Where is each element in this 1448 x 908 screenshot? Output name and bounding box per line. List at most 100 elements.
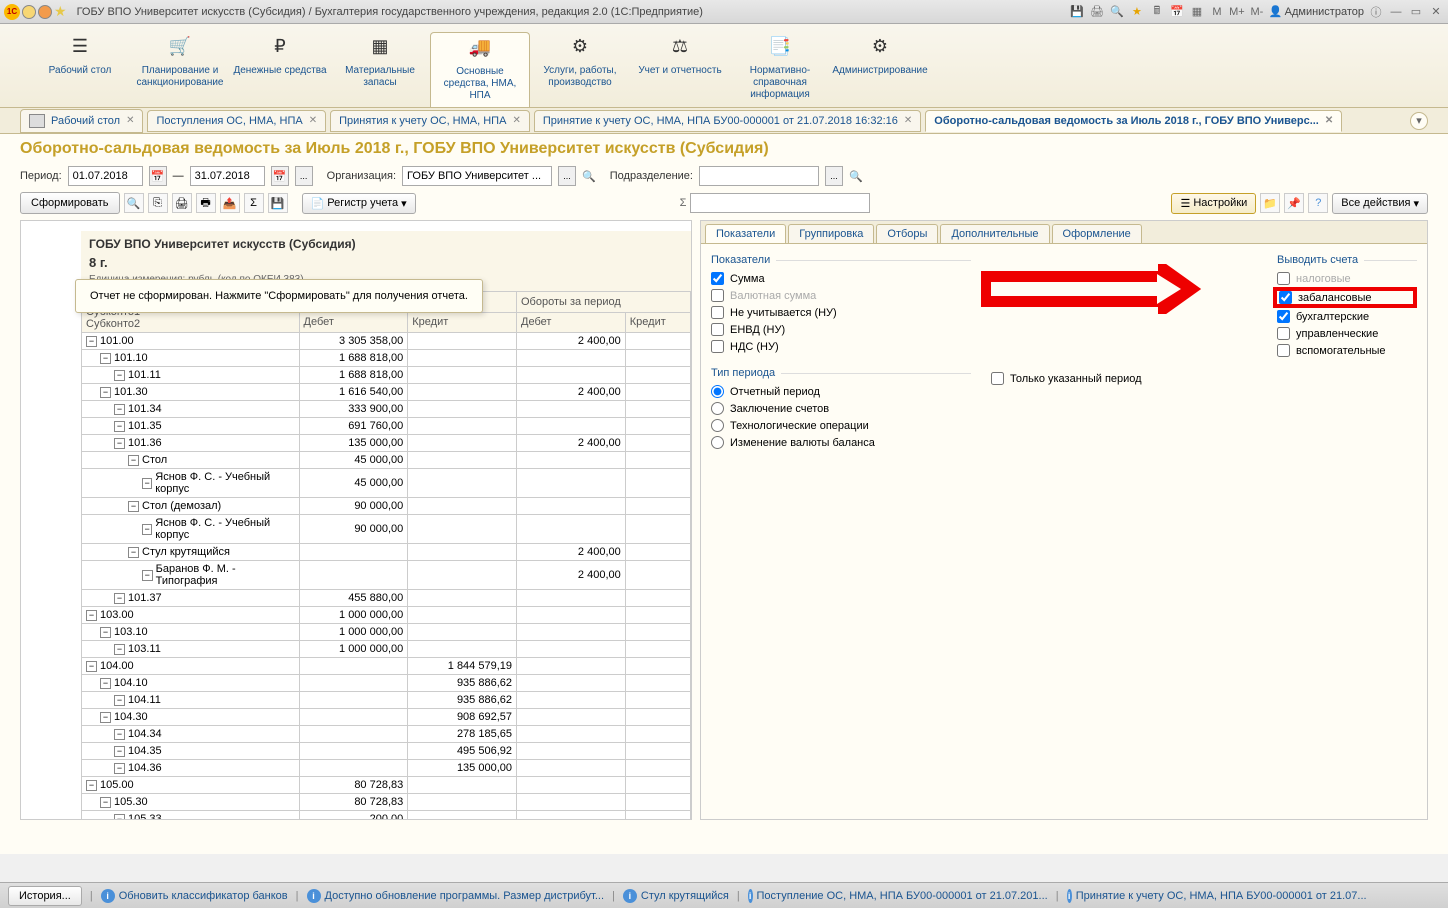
table-row[interactable]: −Яснов Ф. С. - Учебный корпус90 000,00 [82,515,691,544]
table-row[interactable]: −101.36135 000,002 400,00 [82,435,691,452]
table-row[interactable]: −104.10935 886,62 [82,675,691,692]
table-row[interactable]: −101.37455 880,00 [82,590,691,607]
export-button[interactable]: 📤 [220,193,240,213]
table-row[interactable]: −104.35495 506,92 [82,743,691,760]
info-icon[interactable]: ⓘ [1368,4,1384,20]
table-row[interactable]: −105.0080 728,83 [82,777,691,794]
period-select-button[interactable]: ... [295,166,313,186]
tab-receipts[interactable]: Поступления ОС, НМА, НПА✕ [147,110,326,132]
close-icon[interactable]: ✕ [1428,4,1444,20]
indicator-checkbox[interactable]: НДС (НУ) [711,340,971,353]
periodtype-radio[interactable]: Отчетный период [711,385,971,398]
table-row[interactable]: −104.34278 185,65 [82,726,691,743]
minimize-icon[interactable]: — [1388,4,1404,20]
sum-button[interactable]: Σ [244,193,264,213]
tree-toggle-icon[interactable]: − [114,370,125,381]
window-button-icon[interactable] [22,5,36,19]
table-row[interactable]: −104.36135 000,00 [82,760,691,777]
tree-toggle-icon[interactable]: − [114,729,125,740]
save-button[interactable]: 💾 [268,193,288,213]
register-button[interactable]: 📄 Регистр учета ▾ [302,193,416,214]
table-row[interactable]: −104.11935 886,62 [82,692,691,709]
nav-materials[interactable]: ▦Материальные запасы [330,32,430,107]
table-row[interactable]: −101.301 616 540,002 400,00 [82,384,691,401]
preview-icon[interactable]: 🔍 [1109,4,1125,20]
expand-button[interactable]: ⎘ [148,193,168,213]
table-row[interactable]: −104.30908 692,57 [82,709,691,726]
table-row[interactable]: −101.111 688 818,00 [82,367,691,384]
tree-toggle-icon[interactable]: − [100,353,111,364]
indicator-checkbox[interactable]: Сумма [711,272,971,285]
tab-grouping[interactable]: Группировка [788,224,874,243]
dept-input[interactable] [699,166,819,186]
tree-toggle-icon[interactable]: − [100,627,111,638]
table-row[interactable]: −Стул крутящийся2 400,00 [82,544,691,561]
table-row[interactable]: −105.33200,00 [82,811,691,821]
table-row[interactable]: −104.001 844 579,19 [82,658,691,675]
window-button-icon[interactable] [38,5,52,19]
tabs-menu-icon[interactable]: ▾ [1410,112,1428,130]
tab-close-icon[interactable]: ✕ [309,115,317,126]
indicator-checkbox[interactable]: Не учитывается (НУ) [711,306,971,319]
favorites-icon[interactable]: ★ [1129,4,1145,20]
periodtype-radio[interactable]: Изменение валюты баланса [711,436,971,449]
tree-toggle-icon[interactable]: − [114,404,125,415]
tree-toggle-icon[interactable]: − [114,593,125,604]
nav-desktop[interactable]: ☰Рабочий стол [30,32,130,107]
tree-toggle-icon[interactable]: − [128,455,139,466]
mplus-label[interactable]: M+ [1229,4,1245,20]
calendar-from-button[interactable]: 📅 [149,166,167,186]
calendar-to-button[interactable]: 📅 [271,166,289,186]
search-icon[interactable]: 🔍 [849,170,863,183]
period-to-input[interactable] [190,166,265,186]
tab-close-icon[interactable]: ✕ [512,115,520,126]
form-button[interactable]: Сформировать [20,192,120,214]
tab-close-icon[interactable]: ✕ [1325,115,1333,126]
user-indicator[interactable]: 👤 Администратор [1269,5,1364,18]
nav-planning[interactable]: 🛒Планирование и санкционирование [130,32,230,107]
tree-toggle-icon[interactable]: − [114,695,125,706]
tree-toggle-icon[interactable]: − [86,780,97,791]
tab-design[interactable]: Оформление [1052,224,1142,243]
sb-link-banks[interactable]: iОбновить классификатор банков [101,889,288,903]
tree-toggle-icon[interactable]: − [128,501,139,512]
account-checkbox[interactable]: забалансовые [1273,287,1417,308]
tree-toggle-icon[interactable]: − [128,547,139,558]
sb-link-acceptance[interactable]: iПринятие к учету ОС, НМА, НПА БУ00-0000… [1067,889,1367,903]
tab-acceptance-list[interactable]: Принятия к учету ОС, НМА, НПА✕ [330,110,530,132]
pin-button[interactable]: 📌 [1284,193,1304,213]
tree-toggle-icon[interactable]: − [100,678,111,689]
all-actions-button[interactable]: Все действия ▾ [1332,193,1428,214]
indicator-checkbox[interactable]: ЕНВД (НУ) [711,323,971,336]
tree-toggle-icon[interactable]: − [86,661,97,672]
tab-acceptance-doc[interactable]: Принятие к учету ОС, НМА, НПА БУ00-00000… [534,110,921,132]
periodtype-radio[interactable]: Технологические операции [711,419,971,432]
tree-toggle-icon[interactable]: − [114,746,125,757]
org-select-button[interactable]: ... [558,166,576,186]
table-row[interactable]: −101.34333 900,00 [82,401,691,418]
tree-toggle-icon[interactable]: − [86,336,97,347]
tree-toggle-icon[interactable]: − [100,712,111,723]
print2-button[interactable]: 🖶 [196,193,216,213]
tab-balance-sheet[interactable]: Оборотно-сальдовая ведомость за Июль 201… [925,110,1342,132]
nav-admin[interactable]: ⚙Администрирование [830,32,930,107]
folder-button[interactable]: 📁 [1260,193,1280,213]
account-checkbox[interactable]: вспомогательные [1277,344,1417,357]
indicator-checkbox[interactable]: Валютная сумма [711,289,971,302]
table-row[interactable]: −Стол45 000,00 [82,452,691,469]
sum-field[interactable] [690,193,870,213]
star-icon[interactable]: ★ [54,3,67,20]
sb-link-update[interactable]: iДоступно обновление программы. Размер д… [307,889,605,903]
tab-desktop[interactable]: Рабочий стол✕ [20,109,143,133]
maximize-icon[interactable]: ▭ [1408,4,1424,20]
sb-link-receipt[interactable]: iПоступление ОС, НМА, НПА БУ00-000001 от… [748,889,1048,903]
tab-close-icon[interactable]: ✕ [904,115,912,126]
tree-toggle-icon[interactable]: − [100,797,111,808]
tree-toggle-icon[interactable]: − [114,814,125,821]
nav-reference[interactable]: 📑Нормативно-справочная информация [730,32,830,107]
table-row[interactable]: −103.001 000 000,00 [82,607,691,624]
org-input[interactable] [402,166,552,186]
account-checkbox[interactable]: управленческие [1277,327,1417,340]
settings-button[interactable]: ☰ Настройки [1171,193,1256,214]
account-checkbox[interactable]: налоговые [1277,272,1417,285]
